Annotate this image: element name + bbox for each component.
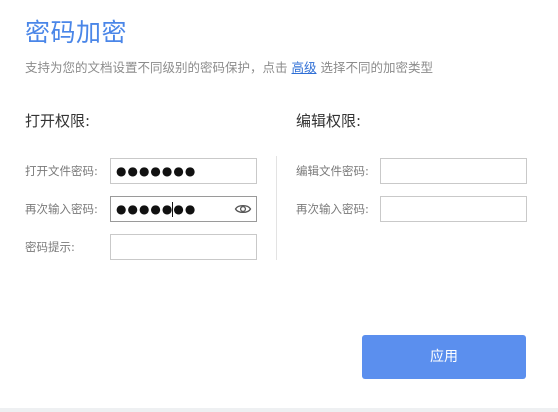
edit-password-label: 编辑文件密码: — [296, 164, 369, 178]
description-text: 支持为您的文档设置不同级别的密码保护，点击 — [25, 60, 288, 75]
dialog-title: 密码加密 — [25, 18, 128, 47]
dialog-description: 支持为您的文档设置不同级别的密码保护，点击 高级 选择不同的加密类型 — [25, 60, 433, 76]
section-divider — [276, 156, 277, 260]
dialog-bottom-edge — [0, 408, 558, 412]
open-password-confirm-label: 再次输入密码: — [25, 202, 98, 216]
open-permission-heading: 打开权限: — [25, 112, 91, 130]
open-password-confirm-field[interactable]: ●●●●●●● — [110, 196, 257, 222]
password-hint-label: 密码提示: — [25, 240, 75, 254]
open-password-value: ●●●●●●● — [116, 164, 197, 178]
eye-icon[interactable] — [234, 201, 252, 217]
apply-button[interactable]: 应用 — [362, 335, 526, 379]
edit-password-confirm-field[interactable] — [380, 196, 527, 222]
open-password-label: 打开文件密码: — [25, 164, 98, 178]
edit-password-field[interactable] — [380, 158, 527, 184]
edit-permission-heading: 编辑权限: — [296, 112, 362, 130]
open-password-confirm-value: ●●●●●●● — [116, 202, 197, 216]
text-caret — [172, 202, 173, 217]
description-text-after: 选择不同的加密类型 — [320, 60, 434, 75]
open-password-field[interactable]: ●●●●●●● — [110, 158, 257, 184]
password-hint-field[interactable] — [110, 234, 257, 260]
password-encryption-dialog: 密码加密 支持为您的文档设置不同级别的密码保护，点击 高级 选择不同的加密类型 … — [0, 0, 558, 412]
advanced-link[interactable]: 高级 — [292, 60, 317, 75]
edit-password-confirm-label: 再次输入密码: — [296, 202, 369, 216]
